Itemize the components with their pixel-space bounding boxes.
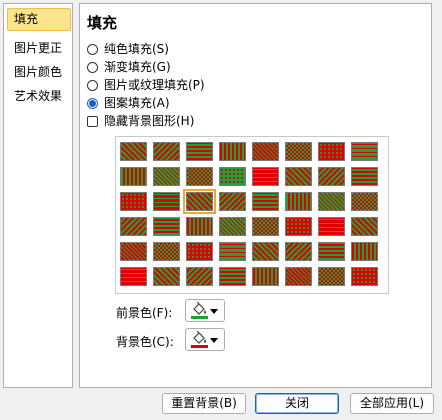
picture-texture-fill-option[interactable]: 图片或纹理填充(P) [87,77,205,93]
pattern-swatch[interactable] [285,217,312,236]
pattern-swatch[interactable] [219,192,246,211]
pattern-swatch[interactable] [285,192,312,211]
pattern-swatch[interactable] [318,217,345,236]
pattern-swatch[interactable] [186,217,213,236]
foreground-color-button[interactable] [185,299,225,322]
sidebar-item-artistic-effects[interactable]: 艺术效果 [7,85,71,108]
pattern-swatch[interactable] [219,242,246,261]
pattern-swatch[interactable] [351,142,378,161]
solid-fill-option[interactable]: 纯色填充(S) [87,41,169,57]
pattern-fill-option[interactable]: 图案填充(A) [87,95,170,111]
hide-background-label: 隐藏背景图形(H) [104,114,195,128]
paint-bucket-icon [193,331,206,344]
pattern-grid [115,136,389,294]
pattern-swatch[interactable] [153,217,180,236]
panel-title: 填充 [87,14,118,32]
pattern-swatch[interactable] [252,267,279,286]
pattern-swatch[interactable] [252,242,279,261]
pattern-swatch[interactable] [252,167,279,186]
pattern-swatch[interactable] [120,242,147,261]
pattern-fill-label: 图案填充(A) [104,96,170,110]
pattern-swatch[interactable] [318,192,345,211]
pattern-swatch[interactable] [219,267,246,286]
hide-background-checkbox[interactable] [87,115,98,127]
pattern-swatch[interactable] [351,192,378,211]
pattern-swatch[interactable] [318,242,345,261]
pattern-swatch[interactable] [252,192,279,211]
reset-background-button[interactable]: 重置背景(B) [162,393,246,414]
background-color-button[interactable] [185,328,225,351]
pattern-swatch[interactable] [153,242,180,261]
pattern-swatch[interactable] [153,142,180,161]
pattern-swatch[interactable] [120,217,147,236]
hide-background-option[interactable]: 隐藏背景图形(H) [87,113,194,129]
pattern-swatch[interactable] [183,189,216,214]
pattern-swatch[interactable] [285,142,312,161]
picture-texture-fill-radio[interactable] [87,79,98,91]
pattern-swatch[interactable] [351,217,378,236]
pattern-fill-radio[interactable] [87,97,98,109]
pattern-swatch[interactable] [120,267,147,286]
pattern-swatch[interactable] [351,242,378,261]
chevron-down-icon [210,338,218,343]
paint-bucket-icon [193,302,206,315]
pattern-swatch[interactable] [318,142,345,161]
sidebar-item-picture-color[interactable]: 图片颜色 [7,61,71,84]
pattern-swatch[interactable] [285,242,312,261]
pattern-swatch[interactable] [186,242,213,261]
pattern-swatch[interactable] [285,167,312,186]
pattern-swatch[interactable] [153,192,180,211]
pattern-swatch[interactable] [120,167,147,186]
pattern-swatch[interactable] [351,167,378,186]
fill-panel: 填充 纯色填充(S) 渐变填充(G) 图片或纹理填充(P) 图案填充(A) 隐藏… [79,3,432,388]
pattern-swatch[interactable] [219,217,246,236]
pattern-swatch[interactable] [153,167,180,186]
pattern-swatch[interactable] [186,167,213,186]
pattern-swatch[interactable] [318,267,345,286]
pattern-swatch[interactable] [285,267,312,286]
pattern-swatch[interactable] [219,142,246,161]
gradient-fill-option[interactable]: 渐变填充(G) [87,59,171,75]
pattern-swatch[interactable] [252,142,279,161]
pattern-swatch[interactable] [186,142,213,161]
solid-fill-radio[interactable] [87,43,98,55]
sidebar-item-picture-corrections[interactable]: 图片更正 [7,37,71,60]
sidebar-item-fill[interactable]: 填充 [7,8,71,31]
pattern-swatch[interactable] [252,217,279,236]
pattern-swatch[interactable] [153,267,180,286]
gradient-fill-radio[interactable] [87,61,98,73]
pattern-swatch[interactable] [186,267,213,286]
pattern-swatch[interactable] [318,167,345,186]
close-button[interactable]: 关闭 [255,393,339,414]
foreground-color-label: 前景色(F): [116,306,173,320]
gradient-fill-label: 渐变填充(G) [104,60,171,74]
background-color-label: 背景色(C): [116,335,174,349]
solid-fill-label: 纯色填充(S) [104,42,169,56]
chevron-down-icon [210,309,218,314]
picture-texture-fill-label: 图片或纹理填充(P) [104,78,205,92]
apply-to-all-button[interactable]: 全部应用(L) [350,393,434,414]
pattern-swatch[interactable] [120,192,147,211]
pattern-swatch[interactable] [219,167,246,186]
pattern-swatch[interactable] [120,142,147,161]
category-sidebar: 填充 图片更正 图片颜色 艺术效果 [3,3,73,388]
background-color-swatch [191,345,208,348]
foreground-color-swatch [191,316,208,319]
pattern-swatch[interactable] [351,267,378,286]
